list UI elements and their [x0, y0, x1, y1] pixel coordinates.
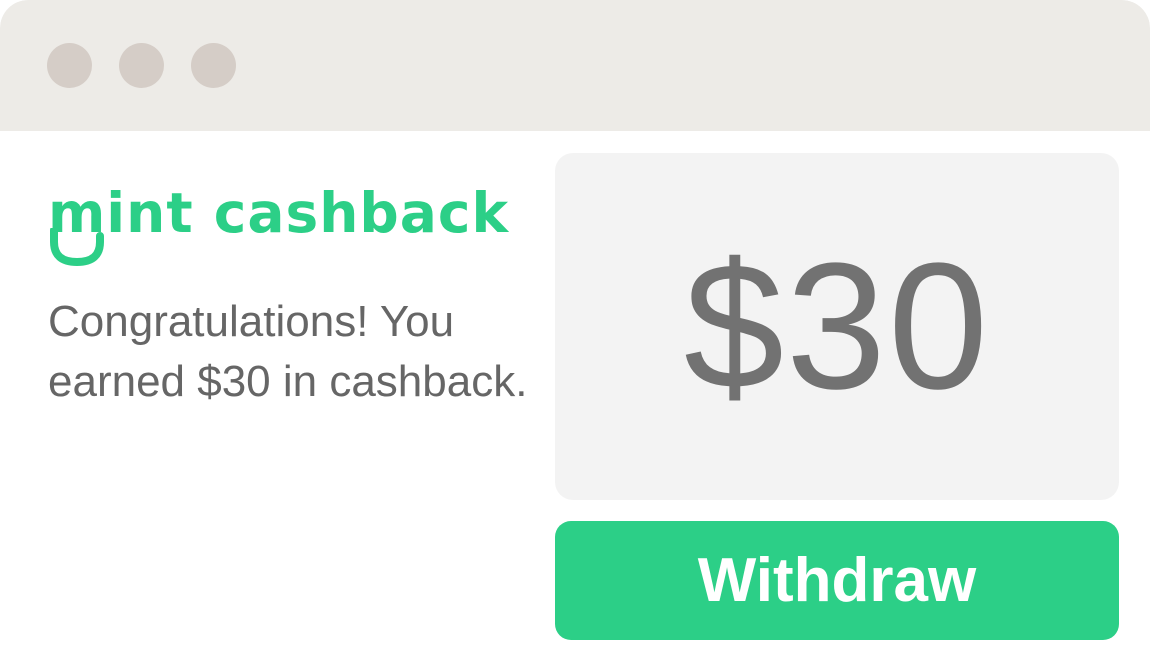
- window-titlebar: [0, 0, 1150, 131]
- window-minimize-dot[interactable]: [119, 43, 164, 88]
- logo-text: mint cashback: [48, 181, 510, 245]
- smile-icon: [50, 228, 104, 266]
- cashback-amount-card: $30: [555, 153, 1119, 500]
- withdraw-button-label: Withdraw: [697, 546, 977, 615]
- mint-cashback-logo: mint cashback: [48, 180, 538, 264]
- app-window: mint cashback Congratulations! You earne…: [0, 0, 1150, 671]
- withdraw-button[interactable]: Withdraw: [555, 521, 1119, 640]
- window-maximize-dot[interactable]: [191, 43, 236, 88]
- cashback-amount: $30: [683, 225, 991, 427]
- congratulations-message: Congratulations! You earned $30 in cashb…: [48, 297, 528, 406]
- window-close-dot[interactable]: [47, 43, 92, 88]
